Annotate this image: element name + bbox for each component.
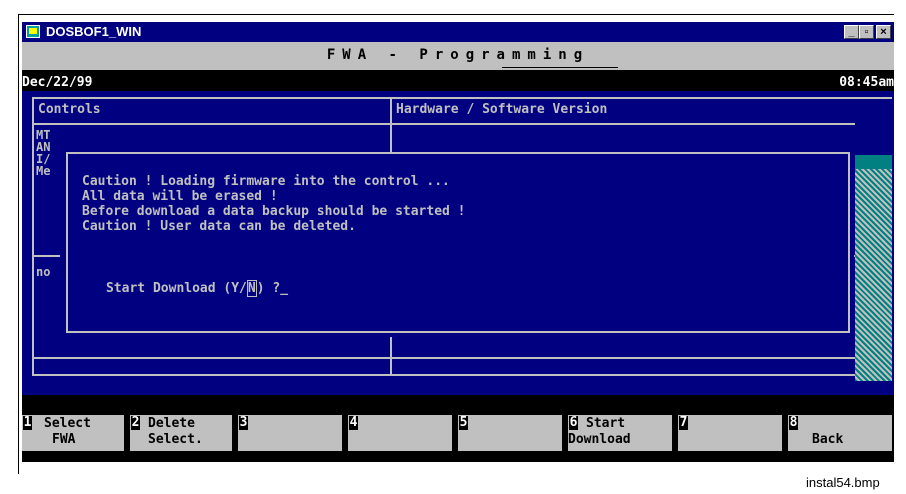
prompt-end: ) ? — [256, 281, 281, 296]
window-title: DOSBOF1_WIN — [46, 24, 142, 39]
dialog-line: Before download a data backup should be … — [82, 204, 466, 219]
softkey-bar: 1 Select FWA 2 Delete Select. 3 4 5 6 St… — [22, 395, 894, 462]
panel-border-left — [32, 97, 34, 376]
header-divider — [32, 123, 855, 125]
app-window-icon[interactable] — [26, 25, 40, 38]
softkey-number: 1 — [23, 415, 32, 430]
app-title: FWA - Programming — [326, 47, 590, 63]
window-titlebar[interactable]: DOSBOF1_WIN _ ▫ × — [22, 22, 894, 42]
softkey-select-fwa[interactable]: 1 Select FWA — [22, 415, 124, 451]
softkey-label: Start — [586, 416, 626, 431]
panel-border-bottom — [32, 374, 892, 376]
caution-dialog: Caution ! Loading firmware into the cont… — [66, 152, 850, 333]
title-underline — [502, 70, 618, 71]
column-divider — [390, 97, 392, 153]
download-prompt[interactable]: Start Download (Y/N) ?_ — [106, 280, 289, 297]
softkey-7[interactable]: 7 — [678, 415, 782, 451]
softkey-number: 7 — [679, 415, 688, 430]
softkey-5[interactable]: 5 — [458, 415, 562, 451]
softkey-label: Select — [44, 416, 91, 431]
row-divider — [32, 255, 60, 257]
softkey-label: FWA — [52, 432, 76, 447]
softkey-delete-select[interactable]: 2 Delete Select. — [130, 415, 232, 451]
status-time: 08:45am — [839, 75, 894, 90]
app-title-bar: FWA - Programming — [22, 42, 894, 71]
left-row-no: no — [36, 265, 51, 279]
softkey-label: Delete — [148, 416, 195, 431]
softkey-4[interactable]: 4 — [348, 415, 452, 451]
version-header: Hardware / Software Version — [396, 102, 608, 117]
dos-window: DOSBOF1_WIN _ ▫ × FWA - Programming Dec/… — [22, 22, 894, 462]
softkey-start-download[interactable]: 6 Start Download — [568, 415, 672, 451]
softkey-back[interactable]: 8 Back — [788, 415, 892, 451]
minimize-button[interactable]: _ — [844, 25, 859, 39]
title-underline — [502, 67, 618, 68]
softkey-number: 6 — [569, 415, 578, 430]
softkey-label: Download — [568, 432, 631, 447]
status-bar: Dec/22/99 08:45am — [22, 74, 894, 91]
footer-divider — [32, 357, 892, 359]
softkey-number: 5 — [459, 415, 468, 430]
softkey-number: 4 — [349, 415, 358, 430]
panel-border-top — [32, 97, 892, 99]
dialog-line: Caution ! Loading firmware into the cont… — [82, 174, 450, 189]
softkey-number: 8 — [789, 415, 798, 430]
controls-header: Controls — [38, 102, 101, 117]
left-row-label: Me — [36, 164, 51, 178]
main-screen: Controls Hardware / Software Version MT … — [22, 91, 894, 395]
softkey-number: 3 — [239, 415, 248, 430]
dialog-line: All data will be erased ! — [82, 189, 278, 204]
figure-caption: instal54.bmp — [806, 475, 880, 490]
dialog-line: Caution ! User data can be deleted. — [82, 219, 356, 234]
prompt-text: Start Download (Y/ — [106, 281, 247, 296]
softkey-label: Back — [812, 432, 844, 447]
prompt-default[interactable]: N — [246, 280, 257, 297]
text-cursor: _ — [280, 281, 289, 296]
softkey-label: Select. — [148, 432, 203, 447]
scrollbar-track[interactable] — [855, 155, 892, 381]
scrollbar-thumb[interactable] — [855, 155, 892, 169]
column-divider — [390, 337, 392, 374]
maximize-button[interactable]: ▫ — [859, 25, 874, 39]
softkey-number: 2 — [131, 415, 140, 430]
status-date: Dec/22/99 — [22, 75, 93, 90]
softkey-3[interactable]: 3 — [238, 415, 342, 451]
close-button[interactable]: × — [876, 25, 891, 39]
